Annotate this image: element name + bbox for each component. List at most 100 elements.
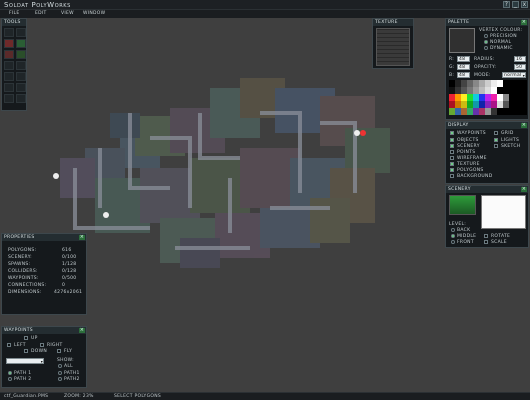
- colour-tool-icon[interactable]: [4, 50, 14, 59]
- sketch-tool-icon[interactable]: [4, 83, 14, 92]
- close-icon[interactable]: ×: [521, 123, 527, 128]
- show-path2-label: Path2: [64, 377, 80, 382]
- palette-swatch[interactable]: [521, 108, 527, 115]
- polygons-checkbox[interactable]: [450, 168, 454, 172]
- connections-value: 0: [62, 283, 66, 288]
- colliders-value: 0/128: [62, 269, 77, 274]
- scenery-label: Scenery: [457, 144, 480, 149]
- close-icon[interactable]: ×: [521, 187, 527, 192]
- scenery-checkbox[interactable]: [450, 144, 454, 148]
- up-checkbox[interactable]: [24, 336, 28, 340]
- mode-select[interactable]: normal ▾: [502, 72, 526, 78]
- close-icon[interactable]: ×: [521, 20, 527, 25]
- eraser-icon[interactable]: [16, 83, 26, 92]
- waypoint-tool-icon[interactable]: [4, 61, 14, 70]
- close-icon[interactable]: ×: [79, 235, 85, 240]
- status-zoom: Zoom: 23%: [64, 394, 94, 399]
- select-tool-icon[interactable]: [4, 28, 14, 37]
- scale-checkbox[interactable]: [484, 240, 488, 244]
- b-input[interactable]: 48: [457, 72, 470, 78]
- close-button[interactable]: x: [521, 1, 528, 8]
- show-path2-radio[interactable]: [58, 377, 62, 381]
- precision-radio[interactable]: [484, 34, 488, 38]
- texture-checkbox[interactable]: [450, 162, 454, 166]
- grid-checkbox[interactable]: [494, 131, 498, 135]
- close-icon[interactable]: ×: [79, 328, 85, 333]
- lights-checkbox[interactable]: [494, 138, 498, 142]
- left-checkbox[interactable]: [7, 343, 11, 347]
- scenery-tool-icon[interactable]: [16, 39, 26, 48]
- level-label: Level:: [449, 222, 467, 227]
- path1-radio[interactable]: [8, 371, 12, 375]
- spawn-point[interactable]: [103, 212, 109, 218]
- help-button[interactable]: ?: [503, 1, 510, 8]
- g-input[interactable]: 48: [457, 64, 470, 70]
- map-polygon: [110, 113, 140, 138]
- palette-swatch[interactable]: [521, 87, 527, 94]
- mode-value: normal: [504, 73, 522, 78]
- background-checkbox[interactable]: [450, 174, 454, 178]
- texture-preview[interactable]: [376, 28, 410, 66]
- light-tool-icon[interactable]: [4, 72, 14, 81]
- edit-tool-icon[interactable]: [16, 94, 26, 103]
- flag-red[interactable]: [354, 130, 360, 136]
- spawn-tool-icon[interactable]: [16, 61, 26, 70]
- waypoints-checkbox[interactable]: [450, 131, 454, 135]
- middle-radio[interactable]: [451, 234, 455, 238]
- minimize-button[interactable]: _: [512, 1, 519, 8]
- flag-blue[interactable]: [360, 130, 366, 136]
- menu-view[interactable]: View: [61, 11, 74, 16]
- normal-label: Normal: [490, 40, 512, 45]
- palette-swatch[interactable]: [521, 80, 527, 87]
- radius-input[interactable]: 16: [514, 56, 526, 62]
- vertex-select-tool-icon[interactable]: [16, 28, 26, 37]
- palette-panel: Palette × Vertex Colour: Precision Normal…: [445, 18, 529, 120]
- texture-tool-icon[interactable]: [16, 50, 26, 59]
- menu-edit[interactable]: Edit: [35, 11, 47, 16]
- fly-label: Fly: [64, 349, 73, 354]
- all-label: All: [64, 364, 73, 369]
- menu-file[interactable]: File: [9, 11, 19, 16]
- front-radio[interactable]: [451, 240, 455, 244]
- waypoints-title: Waypoints: [4, 328, 33, 333]
- current-colour-swatch[interactable]: [449, 28, 475, 53]
- app-title: Soldat PolyWorks: [4, 1, 71, 9]
- polygon-tool-icon[interactable]: [4, 39, 14, 48]
- objects-label: Objects: [457, 138, 479, 143]
- menu-window[interactable]: Window: [83, 11, 105, 16]
- objects-checkbox[interactable]: [450, 138, 454, 142]
- back-label: Back: [457, 228, 471, 233]
- special-select[interactable]: ▾: [6, 358, 44, 364]
- show-path1-label: Path1: [64, 371, 80, 376]
- spawn-point[interactable]: [53, 173, 59, 179]
- status-file: ctf_Guardian.PMS: [4, 394, 49, 399]
- depth-map-icon[interactable]: [4, 94, 14, 103]
- show-path1-radio[interactable]: [58, 371, 62, 375]
- back-radio[interactable]: [451, 228, 455, 232]
- properties-title: Properties: [4, 235, 35, 240]
- polygons-label: Polygons:: [8, 248, 37, 253]
- rotate-checkbox[interactable]: [484, 234, 488, 238]
- b-label: B:: [449, 73, 455, 78]
- sketch-checkbox[interactable]: [494, 144, 498, 148]
- palette-swatch[interactable]: [521, 101, 527, 108]
- fly-checkbox[interactable]: [57, 349, 61, 353]
- scenery-preview-thumb[interactable]: [449, 195, 476, 215]
- spawns-label: Spawns:: [8, 262, 31, 267]
- show-all-radio[interactable]: [58, 364, 62, 368]
- normal-radio[interactable]: [484, 40, 488, 44]
- wireframe-checkbox[interactable]: [450, 156, 454, 160]
- path2-radio[interactable]: [8, 377, 12, 381]
- palette-grid[interactable]: [449, 80, 527, 118]
- right-checkbox[interactable]: [40, 343, 44, 347]
- dynamic-radio[interactable]: [484, 46, 488, 50]
- map-polygon: [345, 128, 390, 173]
- opacity-input[interactable]: 50: [514, 64, 526, 70]
- scenery-preview: [481, 195, 526, 229]
- down-checkbox[interactable]: [24, 349, 28, 353]
- grid-label: Grid: [501, 131, 514, 136]
- eyedropper-icon[interactable]: [16, 72, 26, 81]
- points-checkbox[interactable]: [450, 150, 454, 154]
- palette-swatch[interactable]: [521, 94, 527, 101]
- r-input[interactable]: 48: [457, 56, 470, 62]
